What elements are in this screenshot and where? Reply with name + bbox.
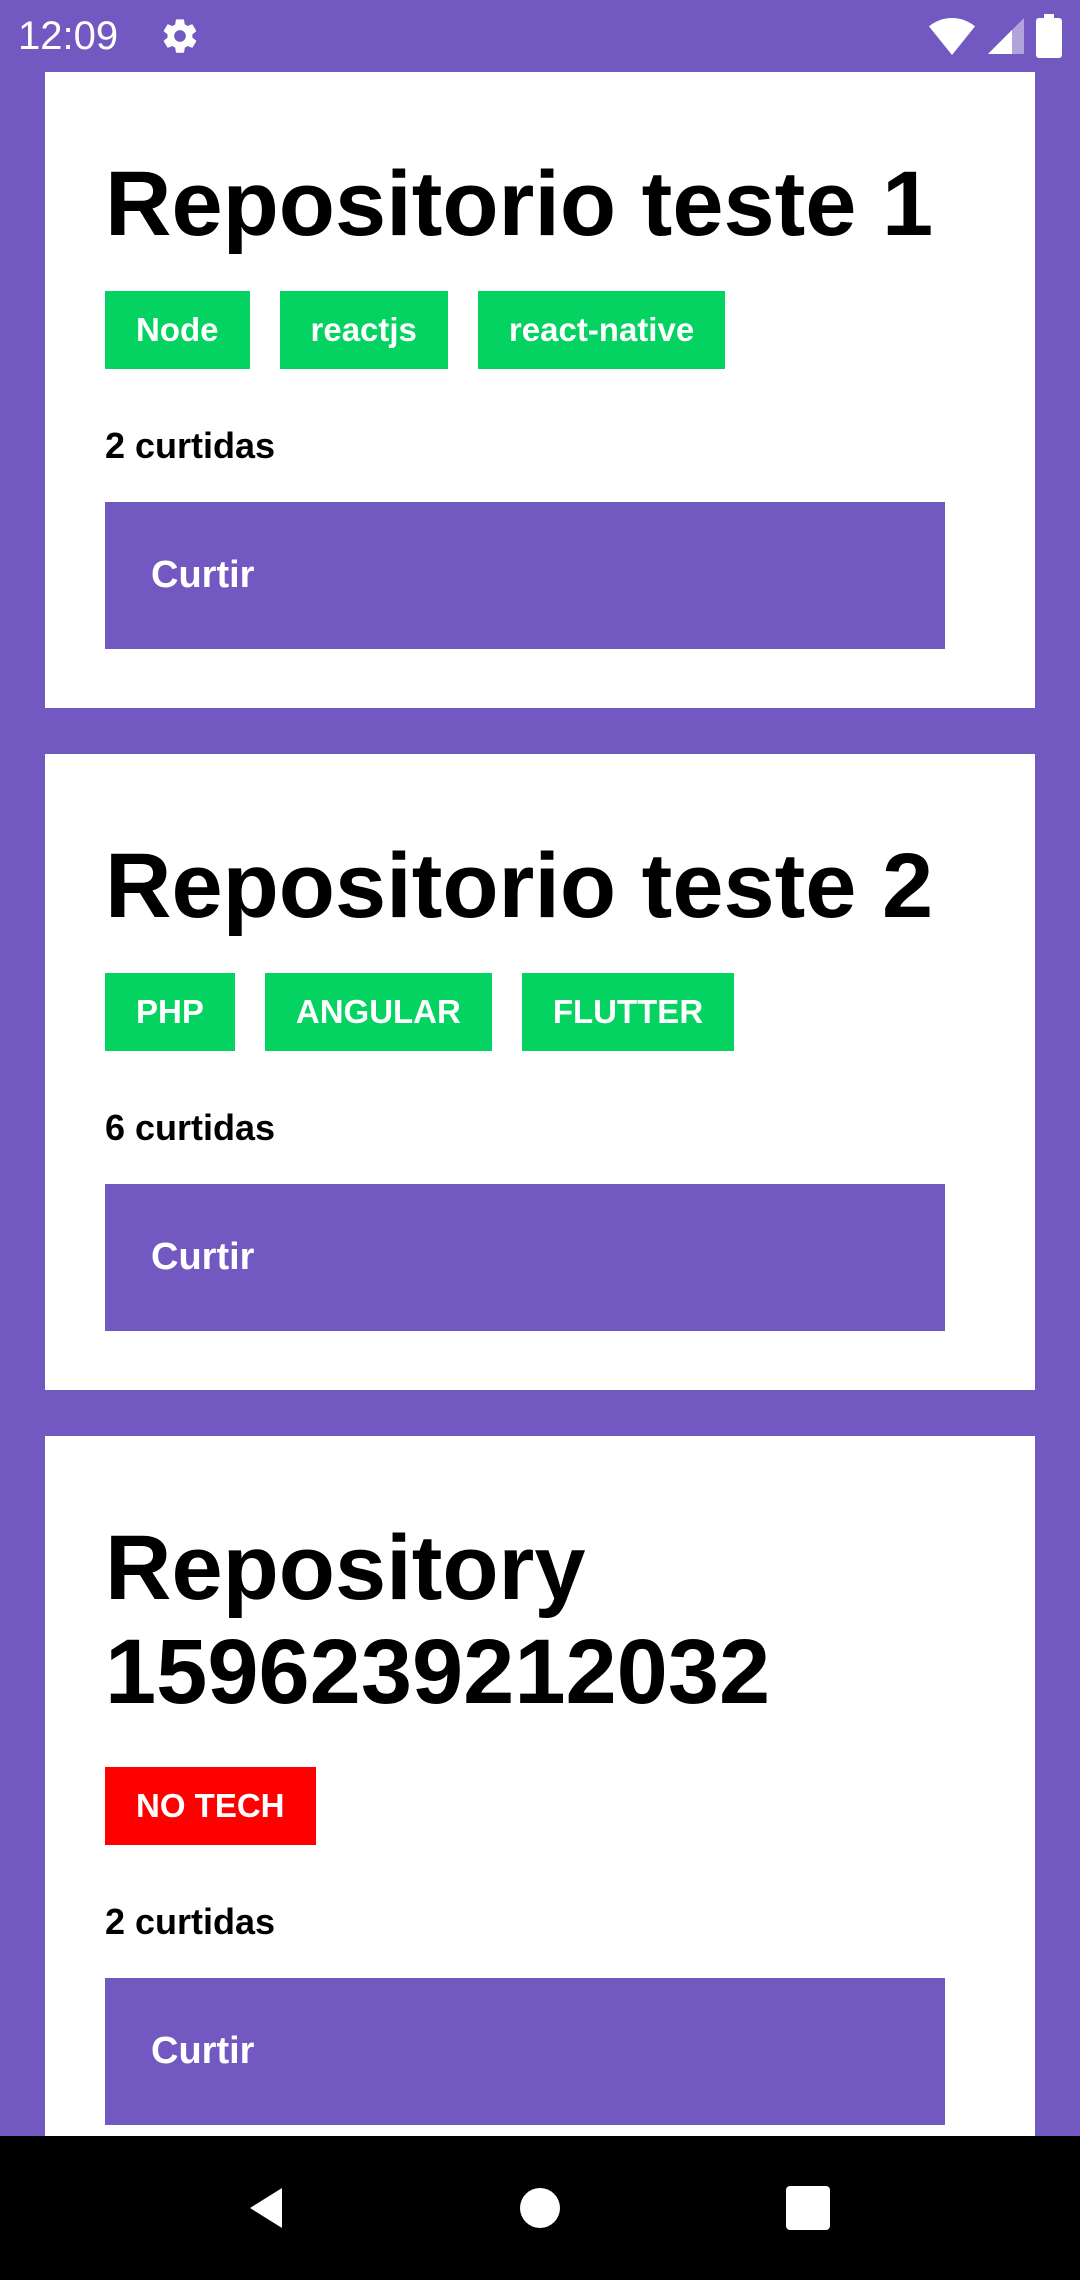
- navigation-bar: [0, 2136, 1080, 2280]
- tech-badge: reactjs: [279, 291, 448, 369]
- like-button[interactable]: Curtir: [105, 502, 945, 649]
- repository-title: Repository 1596239212032: [105, 1517, 771, 1723]
- like-button[interactable]: Curtir: [105, 1978, 945, 2125]
- tech-badge: Node: [105, 291, 250, 369]
- likes-count: 2 curtidas: [105, 1901, 276, 1942]
- status-time: 12:09: [18, 14, 119, 58]
- likes-count: 6 curtidas: [105, 1107, 276, 1148]
- tech-badge: PHP: [105, 973, 235, 1051]
- like-button[interactable]: Curtir: [105, 1184, 945, 1331]
- status-bar: 12:09: [0, 0, 1080, 72]
- likes-count: 2 curtidas: [105, 425, 276, 466]
- repository-card: Repositorio teste 2 PHP ANGULAR FLUTTER …: [45, 754, 1035, 1390]
- home-icon[interactable]: [518, 2186, 562, 2230]
- tech-badge: ANGULAR: [264, 973, 492, 1051]
- recents-icon[interactable]: [786, 2186, 830, 2230]
- repository-title: Repositorio teste 2: [105, 835, 934, 937]
- signal-icon: [988, 18, 1024, 54]
- repository-card: Repository 1596239212032 NO TECH 2 curti…: [45, 1436, 1035, 2136]
- repository-card: Repositorio teste 1 Node reactjs react-n…: [45, 72, 1035, 708]
- gear-icon: [163, 19, 197, 53]
- repository-list[interactable]: Repositorio teste 1 Node reactjs react-n…: [0, 72, 1080, 2136]
- status-icons: [928, 14, 1062, 58]
- tech-list: Node reactjs react-native: [105, 291, 726, 369]
- tech-badge: FLUTTER: [521, 973, 735, 1051]
- wifi-icon: [929, 18, 975, 55]
- back-icon[interactable]: [244, 2184, 292, 2232]
- tech-list: NO TECH: [105, 1767, 316, 1845]
- tech-list: PHP ANGULAR FLUTTER: [105, 973, 735, 1051]
- repository-title: Repositorio teste 1: [105, 153, 934, 255]
- tech-badge: react-native: [477, 291, 726, 369]
- no-tech-badge: NO TECH: [105, 1767, 316, 1845]
- battery-icon: [1036, 14, 1062, 58]
